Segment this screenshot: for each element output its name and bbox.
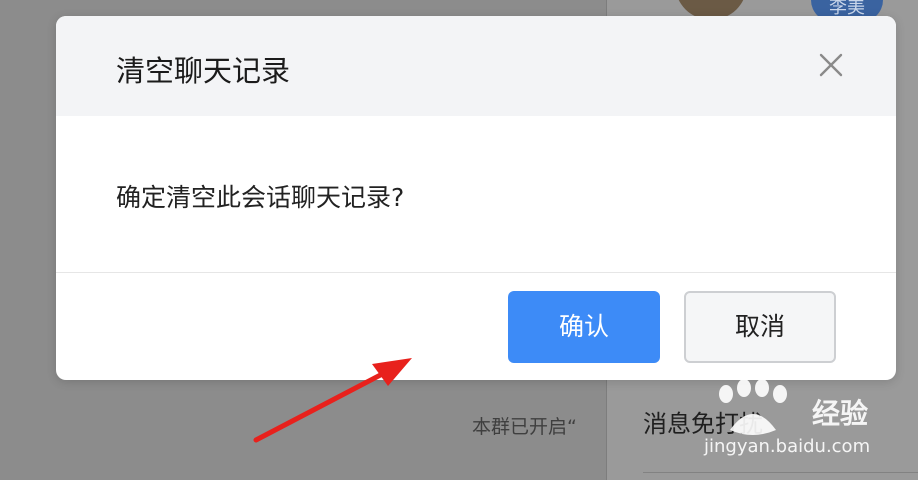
paw-logo-icon — [719, 380, 787, 435]
group-note-text: 本群已开启“ — [472, 416, 577, 438]
dialog-footer: 确认 取消 — [56, 273, 896, 380]
divider — [643, 472, 918, 473]
watermark-domain: jingyan.baidu.com — [704, 436, 871, 457]
dialog-body: 确定清空此会话聊天记录? — [56, 116, 896, 273]
dialog-header: 清空聊天记录 — [56, 16, 896, 116]
red-arrow-icon — [253, 358, 412, 443]
baidu-jingyan-watermark: 经验 jingyan.baidu.com — [700, 378, 900, 464]
watermark-brand: 经验 — [812, 397, 869, 430]
screen: 本群已开启“ 李美 消息免打扰 清空聊天记录 确定清空此会话聊天记录? 确认 取… — [0, 0, 918, 480]
confirm-button[interactable]: 确认 — [508, 291, 660, 363]
clear-history-dialog: 清空聊天记录 确定清空此会话聊天记录? 确认 取消 — [56, 16, 896, 380]
close-icon — [819, 53, 843, 77]
dialog-message: 确定清空此会话聊天记录? — [116, 183, 405, 212]
dialog-title: 清空聊天记录 — [116, 54, 291, 88]
cancel-button[interactable]: 取消 — [684, 291, 836, 363]
close-button[interactable] — [818, 52, 844, 78]
